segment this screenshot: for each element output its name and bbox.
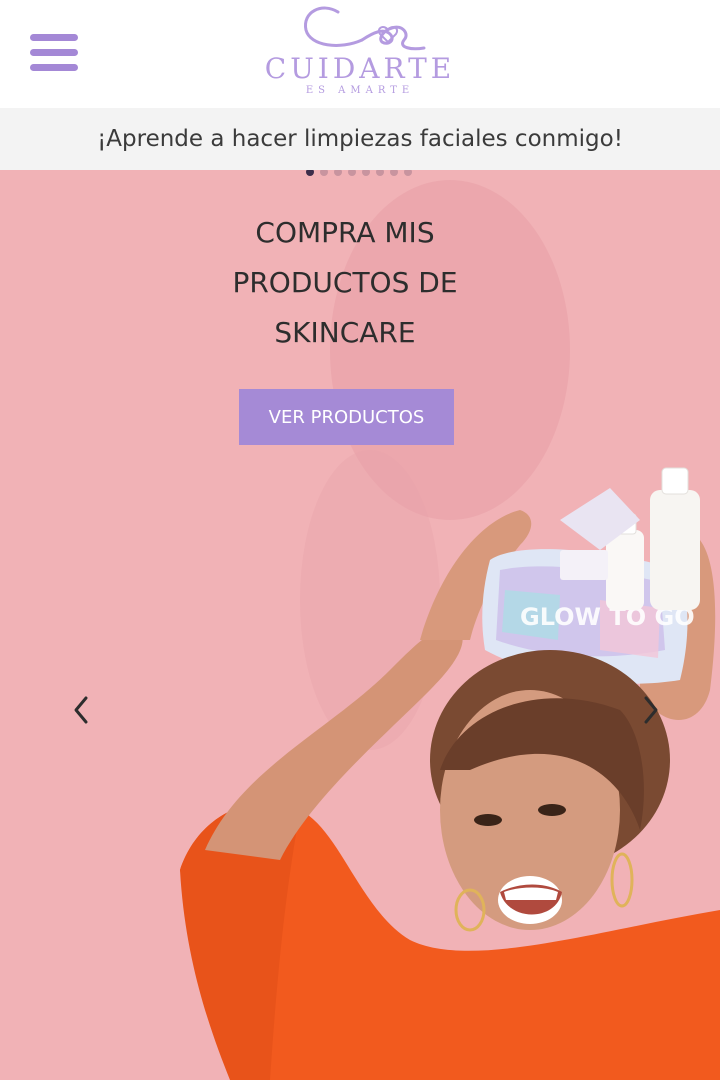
chevron-left-icon-svg	[74, 696, 88, 724]
menu-line	[30, 49, 78, 56]
carousel-dot[interactable]	[334, 170, 342, 176]
hero-title-line-1: COMPRA MIS	[255, 216, 435, 249]
view-products-button[interactable]: VER PRODUCTOS	[239, 389, 454, 445]
carousel-dot[interactable]	[404, 170, 412, 176]
menu-line	[30, 64, 78, 71]
chevron-right-icon-svg	[644, 696, 658, 724]
carousel-dot[interactable]	[362, 170, 370, 176]
announcement-bar[interactable]: ¡Aprende a hacer limpiezas faciales conm…	[0, 108, 720, 170]
logo-script-mark	[304, 6, 426, 51]
site-header: CUIDARTE ES AMARTE	[0, 0, 720, 108]
menu-line	[30, 34, 78, 41]
hero-title-line-2: PRODUCTOS DE	[232, 266, 458, 299]
brand-logo[interactable]: CUIDARTE ES AMARTE	[250, 0, 470, 104]
carousel-dot[interactable]	[376, 170, 384, 176]
chevron-right-icon[interactable]	[636, 690, 666, 730]
hamburger-menu-icon[interactable]	[30, 32, 80, 76]
carousel-dot-active[interactable]	[306, 170, 314, 176]
carousel-dot[interactable]	[390, 170, 398, 176]
logo-tagline: ES AMARTE	[305, 85, 415, 96]
carousel-dots	[306, 170, 416, 178]
chevron-left-icon[interactable]	[66, 690, 96, 730]
carousel-dot[interactable]	[348, 170, 356, 176]
hero-slider: GLOW TO GO COMPRA MIS PRODUCTOS DE SKINC…	[0, 170, 720, 1080]
carousel-dot[interactable]	[320, 170, 328, 176]
logo-name: CUIDARTE	[264, 52, 456, 85]
hero-title: COMPRA MIS PRODUCTOS DE SKINCARE	[160, 208, 530, 358]
hero-title-line-3: SKINCARE	[274, 316, 416, 349]
